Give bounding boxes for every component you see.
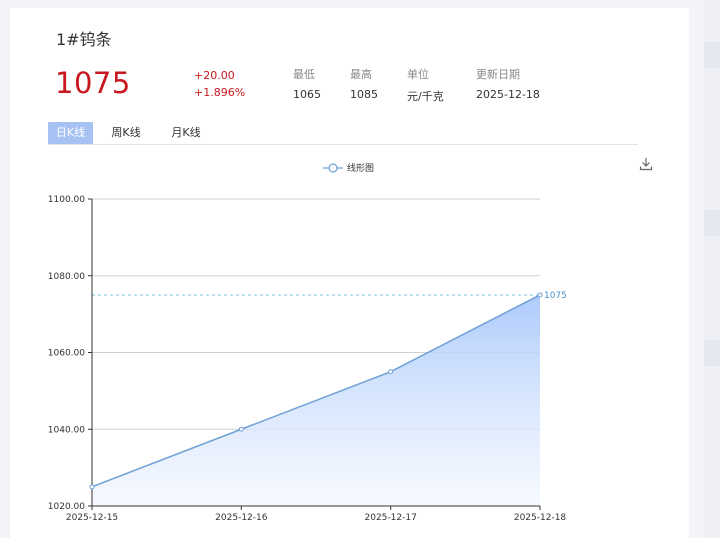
data-point [89, 484, 95, 490]
legend-label: 线形图 [347, 162, 374, 174]
y-tick-label: 1020.00 [48, 502, 85, 512]
markline-label: 1075 [544, 291, 567, 301]
data-point [388, 369, 394, 375]
x-tick-label: 2025-12-15 [66, 513, 118, 523]
data-point [537, 292, 543, 298]
y-tick-label: 1100.00 [48, 195, 85, 205]
x-tick-label: 2025-12-18 [514, 513, 567, 523]
line-chart: 线形图 1020.00 1040.00 1060.00 1080.00 1100.00 2… [48, 162, 567, 523]
x-tick-label: 2025-12-17 [365, 513, 417, 523]
legend-marker-icon [328, 163, 338, 173]
y-tick-label: 1060.00 [48, 349, 85, 359]
y-tick-label: 1040.00 [48, 425, 85, 435]
chart-legend[interactable]: 线形图 [323, 162, 374, 174]
data-point [238, 426, 244, 432]
x-tick-label: 2025-12-16 [215, 513, 268, 523]
y-tick-label: 1080.00 [48, 272, 85, 282]
